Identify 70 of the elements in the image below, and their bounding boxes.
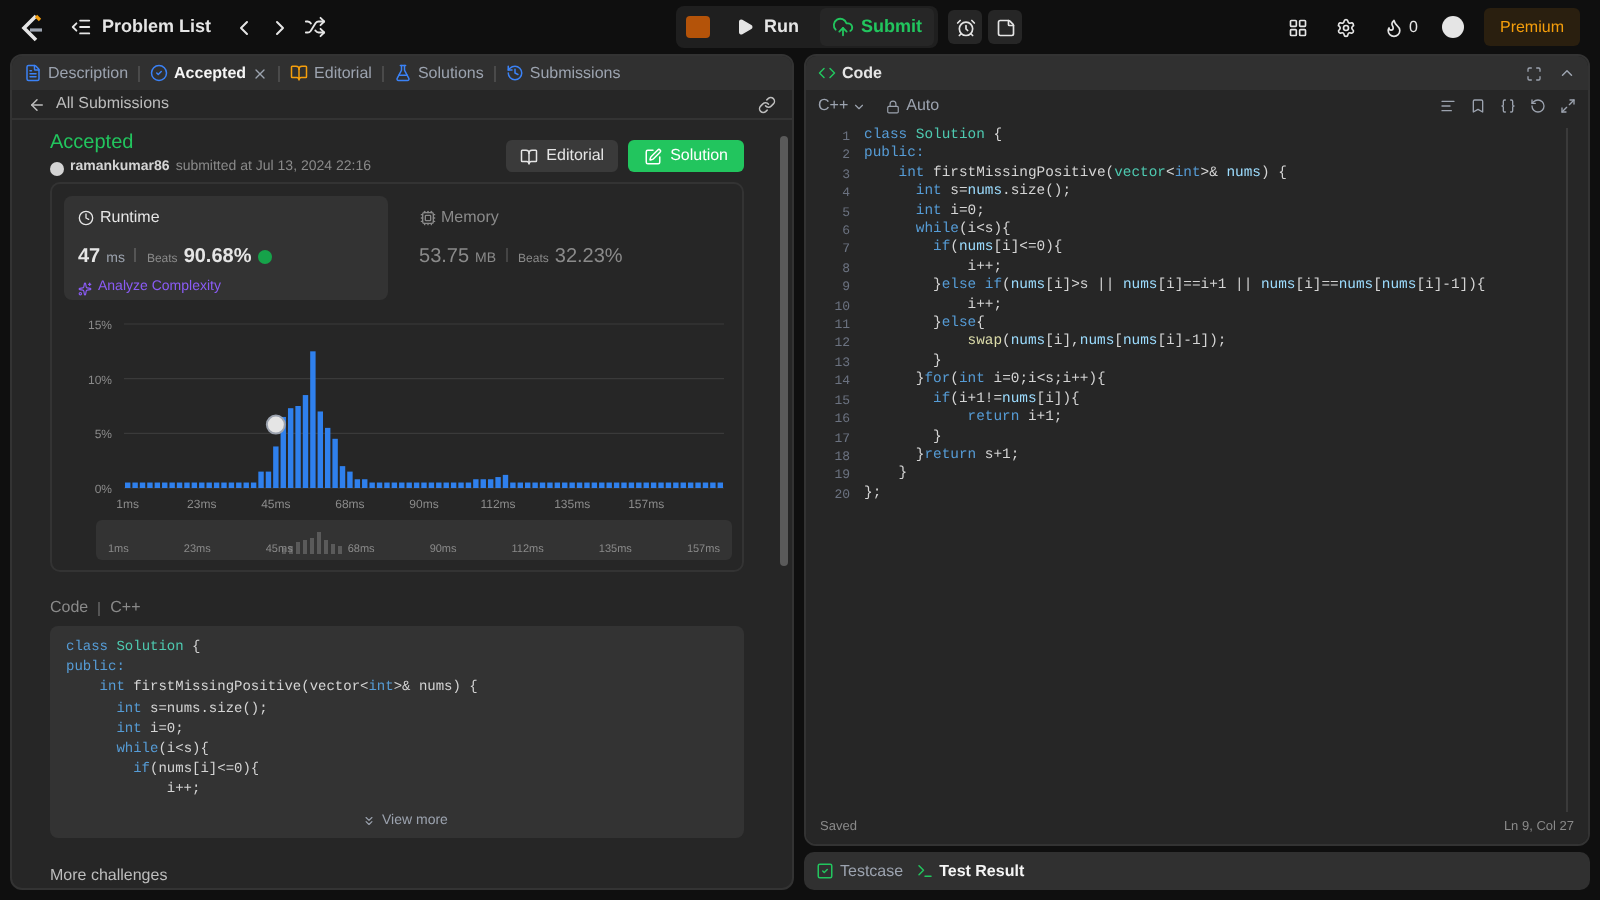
link-icon[interactable] [758,95,776,113]
grid-icon[interactable] [1287,17,1308,37]
panel-tab[interactable]: Submissions [505,61,621,85]
memory-label: Memory [441,206,499,230]
tab-icon [150,64,169,82]
code-icon [818,64,836,82]
list-icon [70,16,92,38]
runtime-beats: 90.68% [183,244,252,272]
editor-title: Code [842,61,882,85]
runtime-label: Runtime [100,206,160,230]
run-button[interactable]: Run [720,13,815,41]
close-icon[interactable] [252,65,269,81]
tab-icon [505,64,524,82]
edit-icon [644,147,663,165]
logo-icon[interactable] [20,13,46,41]
double-chevron-icon [362,814,377,829]
clock-icon [78,210,94,226]
code-label: Code [50,596,89,620]
panel-tab[interactable]: Editorial [290,61,372,85]
alarm-icon [955,17,975,37]
sparkle-icon [78,281,92,296]
lock-icon [886,99,901,113]
test-tab[interactable]: Test Result [915,859,1025,883]
language-label: C++ [110,596,141,620]
user-avatar [50,161,64,176]
status-text: Accepted [50,132,136,156]
editorial-button[interactable]: Editorial [506,140,619,172]
runtime-value: 47 [78,244,101,272]
collapse-icon[interactable] [1558,64,1576,82]
tab-icon [290,64,309,82]
timer-button[interactable] [948,10,982,44]
tab-icon [816,862,834,880]
panel-tab[interactable]: Solutions [393,61,484,85]
tab-icon [393,64,412,82]
notes-button[interactable] [988,10,1022,44]
test-tab[interactable]: Testcase [816,859,904,883]
avatar[interactable] [1441,16,1464,38]
chevron-down-icon [852,99,867,113]
bookmark-icon[interactable] [1470,98,1486,114]
memory-beats: 32.23% [554,244,623,272]
chip-icon [419,210,436,226]
expand-icon[interactable] [1560,98,1576,114]
scrollbar-thumb[interactable] [780,136,788,566]
problem-list-button[interactable]: Problem List [70,13,212,41]
my-result-marker [265,414,286,435]
streak-count: 0 [1409,15,1418,39]
book-icon [520,147,539,165]
fullscreen-icon[interactable] [1526,65,1542,81]
panel-tab[interactable]: Description [24,61,129,85]
cloud-upload-icon [831,16,853,38]
more-challenges-heading: More challenges [50,864,170,888]
play-icon [736,18,754,36]
note-icon [995,17,1015,37]
memory-value: 53.75 [419,244,470,272]
submit-button[interactable]: Submit [819,8,934,46]
badge-icon [257,250,272,264]
tab-icon [915,862,934,880]
braces-icon[interactable] [1500,98,1516,114]
back-arrow-icon [28,95,46,113]
flame-icon[interactable] [1383,17,1404,37]
language-select[interactable]: C++ [818,94,867,118]
panel-tab[interactable]: Accepted [150,61,247,85]
shuffle-icon[interactable] [303,16,326,38]
auto-mode: Auto [906,94,940,118]
settings-icon[interactable] [1335,17,1356,37]
format-icon[interactable] [1440,98,1456,114]
premium-button[interactable]: Premium [1483,8,1580,46]
reset-icon[interactable] [1530,98,1546,114]
back-link[interactable]: All Submissions [28,92,169,116]
tab-icon [24,64,42,82]
